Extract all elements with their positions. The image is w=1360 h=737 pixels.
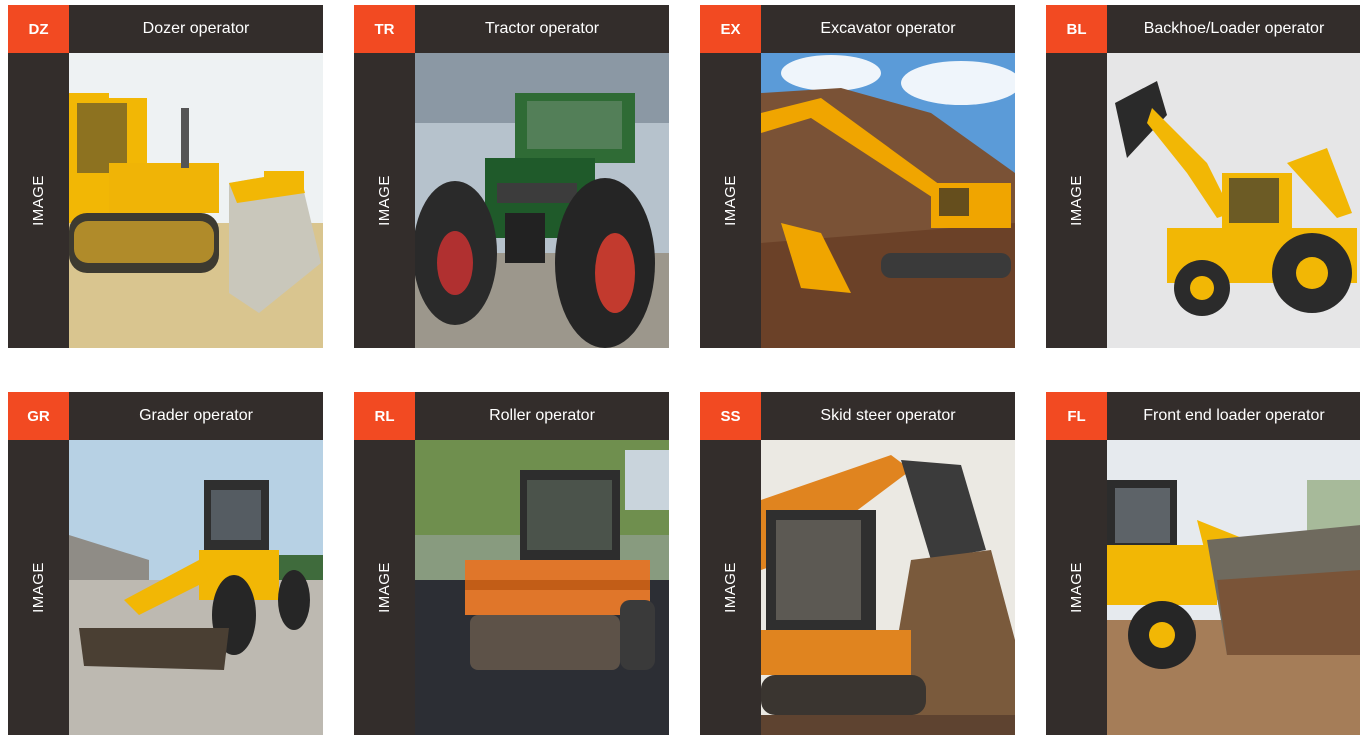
card-title[interactable]: Skid steer operator xyxy=(761,392,1015,440)
card-body: IMAGE xyxy=(1046,53,1360,348)
card-title[interactable]: Excavator operator xyxy=(761,5,1015,53)
card-body: IMAGE xyxy=(354,53,669,348)
image-side-label-text: IMAGE xyxy=(722,562,739,613)
image-side-label: IMAGE xyxy=(700,53,761,348)
card-header: SS Skid steer operator xyxy=(700,392,1015,440)
code-badge: RL xyxy=(354,392,415,440)
card-body: IMAGE xyxy=(700,440,1015,735)
image-side-label-text: IMAGE xyxy=(1068,175,1085,226)
card-body: IMAGE xyxy=(8,53,323,348)
code-badge: TR xyxy=(354,5,415,53)
code-badge: FL xyxy=(1046,392,1107,440)
card-title[interactable]: Tractor operator xyxy=(415,5,669,53)
image-side-label-text: IMAGE xyxy=(30,175,47,226)
code-badge: BL xyxy=(1046,5,1107,53)
card-body: IMAGE xyxy=(8,440,323,735)
card-tractor[interactable]: TR Tractor operator IMAGE xyxy=(354,5,669,348)
card-grader[interactable]: GR Grader operator IMAGE xyxy=(8,392,323,735)
card-title[interactable]: Dozer operator xyxy=(69,5,323,53)
code-badge: EX xyxy=(700,5,761,53)
card-header: EX Excavator operator xyxy=(700,5,1015,53)
code-badge: SS xyxy=(700,392,761,440)
dozer-photo[interactable] xyxy=(69,53,323,348)
card-title[interactable]: Front end loader operator xyxy=(1107,392,1360,440)
card-header: GR Grader operator xyxy=(8,392,323,440)
image-side-label: IMAGE xyxy=(1046,53,1107,348)
card-body: IMAGE xyxy=(700,53,1015,348)
image-side-label-text: IMAGE xyxy=(1068,562,1085,613)
card-excavator[interactable]: EX Excavator operator IMAGE xyxy=(700,5,1015,348)
card-roller[interactable]: RL Roller operator IMAGE xyxy=(354,392,669,735)
card-title[interactable]: Grader operator xyxy=(69,392,323,440)
image-side-label-text: IMAGE xyxy=(376,175,393,226)
card-header: TR Tractor operator xyxy=(354,5,669,53)
excavator-photo[interactable] xyxy=(761,53,1015,348)
card-body: IMAGE xyxy=(1046,440,1360,735)
card-header: DZ Dozer operator xyxy=(8,5,323,53)
card-backhoe-loader[interactable]: BL Backhoe/Loader operator IMAGE xyxy=(1046,5,1360,348)
image-side-label: IMAGE xyxy=(8,440,69,735)
image-side-label-text: IMAGE xyxy=(376,562,393,613)
grader-photo[interactable] xyxy=(69,440,323,735)
front-end-loader-photo[interactable] xyxy=(1107,440,1360,735)
card-header: FL Front end loader operator xyxy=(1046,392,1360,440)
tractor-photo[interactable] xyxy=(415,53,669,348)
card-front-end-loader[interactable]: FL Front end loader operator IMAGE xyxy=(1046,392,1360,735)
image-side-label-text: IMAGE xyxy=(722,175,739,226)
image-side-label: IMAGE xyxy=(354,53,415,348)
skid-steer-photo[interactable] xyxy=(761,440,1015,735)
image-side-label: IMAGE xyxy=(700,440,761,735)
code-badge: DZ xyxy=(8,5,69,53)
image-side-label-text: IMAGE xyxy=(30,562,47,613)
card-skid-steer[interactable]: SS Skid steer operator IMAGE xyxy=(700,392,1015,735)
image-side-label: IMAGE xyxy=(354,440,415,735)
card-header: BL Backhoe/Loader operator xyxy=(1046,5,1360,53)
card-title[interactable]: Backhoe/Loader operator xyxy=(1107,5,1360,53)
card-title[interactable]: Roller operator xyxy=(415,392,669,440)
image-side-label: IMAGE xyxy=(8,53,69,348)
card-header: RL Roller operator xyxy=(354,392,669,440)
card-body: IMAGE xyxy=(354,440,669,735)
backhoe-loader-photo[interactable] xyxy=(1107,53,1360,348)
card-dozer[interactable]: DZ Dozer operator IMAGE xyxy=(8,5,323,348)
image-side-label: IMAGE xyxy=(1046,440,1107,735)
code-badge: GR xyxy=(8,392,69,440)
roller-photo[interactable] xyxy=(415,440,669,735)
